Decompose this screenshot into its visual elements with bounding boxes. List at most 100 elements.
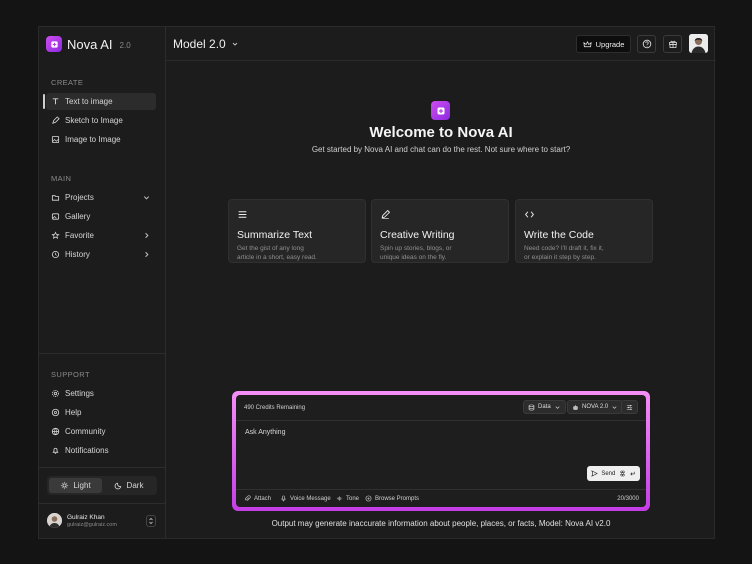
chevron-down-icon	[143, 196, 150, 200]
folder-icon	[51, 195, 60, 201]
menu-icon	[238, 211, 247, 218]
header-divider	[166, 60, 716, 61]
sidebar-divider	[39, 467, 165, 468]
model-selector[interactable]: Model 2.0	[173, 37, 239, 51]
crown-icon	[583, 40, 592, 47]
command-icon	[620, 470, 625, 477]
theme-dark-label: Dark	[126, 481, 144, 490]
sidebar-item-notifications[interactable]: Notifications	[46, 442, 156, 459]
browse-icon	[365, 495, 372, 502]
prompt-composer: 490 Credits Remaining Data NOVA 2.0 Ask …	[232, 391, 650, 511]
data-dropdown[interactable]: Data	[523, 400, 566, 414]
sidebar-item-label: Settings	[65, 389, 94, 398]
composer-divider	[236, 489, 646, 490]
robot-icon	[573, 404, 578, 410]
nova-logo-icon	[46, 36, 62, 52]
attach-button[interactable]: Attach	[244, 495, 271, 502]
gift-button[interactable]	[663, 35, 682, 53]
model-chip-label: NOVA 2.0	[582, 404, 609, 410]
theme-light-button[interactable]: Light	[49, 478, 102, 493]
section-main: MAIN	[51, 174, 72, 183]
sun-icon	[61, 481, 69, 490]
avatar[interactable]	[689, 34, 708, 53]
card-summarize-text[interactable]: Summarize Text Get the gist of any long a…	[228, 199, 366, 263]
brand-name: Nova AI	[67, 36, 113, 52]
composer-divider	[236, 420, 646, 421]
paperclip-icon	[244, 495, 251, 501]
app-window: Nova AI 2.0 CREATE Text to image Sketch …	[38, 26, 716, 539]
sidebar-item-community[interactable]: Community	[46, 423, 156, 440]
bell-icon	[52, 447, 59, 454]
gallery-icon	[51, 213, 60, 220]
pencil-icon	[52, 116, 60, 124]
sidebar-item-label: Image to Image	[65, 135, 121, 144]
chevron-right-icon	[145, 251, 149, 258]
image-icon	[51, 135, 60, 144]
theme-dark-button[interactable]: Dark	[102, 478, 155, 493]
chevron-down-icon	[555, 405, 560, 409]
sidebar-item-label: History	[65, 250, 90, 259]
sidebar-item-sketch-to-image[interactable]: Sketch to Image	[46, 112, 156, 129]
send-button[interactable]: Send	[587, 466, 640, 481]
card-title: Write the Code	[524, 229, 594, 241]
card-description: Spin up stories, blogs, or unique ideas o…	[380, 245, 452, 261]
card-description: Get the gist of any long article in a sho…	[237, 245, 317, 261]
sidebar-item-history[interactable]: History	[46, 246, 156, 263]
sidebar-item-settings[interactable]: Settings	[46, 385, 156, 402]
help-button[interactable]	[637, 35, 656, 53]
sidebar-item-favorite[interactable]: Favorite	[46, 227, 156, 244]
page-title: Welcome to Nova AI	[369, 124, 513, 141]
upgrade-label: Upgrade	[595, 39, 625, 49]
sidebar-item-gallery[interactable]: Gallery	[46, 208, 156, 225]
card-write-the-code[interactable]: Write the Code Need code? I'll draft it,…	[515, 199, 653, 263]
data-label: Data	[538, 404, 551, 410]
return-icon	[630, 471, 635, 476]
text-icon	[52, 98, 59, 105]
star-icon	[51, 231, 60, 239]
pen-icon	[381, 209, 391, 219]
sidebar-item-label: Community	[65, 427, 106, 436]
globe-icon	[51, 427, 60, 436]
gear-icon	[52, 390, 59, 397]
user-name: Gulraiz Khan	[67, 513, 105, 521]
theme-toggle: Light Dark	[47, 476, 157, 495]
moon-icon	[114, 482, 121, 490]
account-switch-button[interactable]	[146, 515, 156, 527]
section-create: CREATE	[51, 78, 84, 87]
sidebar-item-label: Help	[65, 408, 82, 417]
sidebar-item-label: Text to image	[65, 97, 113, 106]
chevron-down-icon	[612, 405, 617, 409]
settings-button[interactable]	[621, 400, 638, 414]
browse-prompts-button[interactable]: Browse Prompts	[365, 495, 419, 502]
brand-version: 2.0	[119, 41, 131, 50]
card-creative-writing[interactable]: Creative Writing Spin up stories, blogs,…	[371, 199, 509, 263]
tone-button[interactable]: Tone	[336, 495, 359, 502]
sidebar-divider	[39, 353, 165, 354]
chevron-right-icon	[145, 232, 149, 239]
microphone-icon	[281, 495, 286, 502]
nova-logo-icon	[431, 101, 450, 120]
section-support: SUPPORT	[51, 370, 90, 379]
theme-light-label: Light	[73, 481, 91, 490]
model-dropdown[interactable]: NOVA 2.0	[567, 400, 624, 414]
sidebar-item-label: Notifications	[65, 446, 109, 455]
browse-label: Browse Prompts	[375, 495, 420, 502]
send-icon	[591, 470, 598, 477]
sidebar-item-label: Favorite	[65, 231, 94, 240]
sliders-icon	[626, 404, 633, 410]
composer-panel: 490 Credits Remaining Data NOVA 2.0 Ask …	[236, 395, 646, 507]
brand[interactable]: Nova AI 2.0	[46, 36, 131, 52]
active-indicator	[43, 94, 45, 109]
history-icon	[51, 250, 60, 259]
sidebar-item-image-to-image[interactable]: Image to Image	[46, 131, 156, 148]
voice-label: Voice Message	[290, 495, 331, 502]
sidebar-item-projects[interactable]: Projects	[46, 189, 156, 206]
user-profile[interactable]: Gulraiz Khan gulraiz@gulraiz.com	[47, 513, 117, 528]
upgrade-button[interactable]: Upgrade	[576, 35, 631, 53]
prompt-input[interactable]: Ask Anything	[245, 429, 285, 436]
sidebar-item-text-to-image[interactable]: Text to image	[43, 93, 156, 110]
sidebar-item-help[interactable]: Help	[46, 404, 156, 421]
sidebar-divider	[39, 503, 165, 504]
voice-message-button[interactable]: Voice Message	[280, 495, 331, 502]
card-title: Creative Writing	[380, 229, 455, 241]
